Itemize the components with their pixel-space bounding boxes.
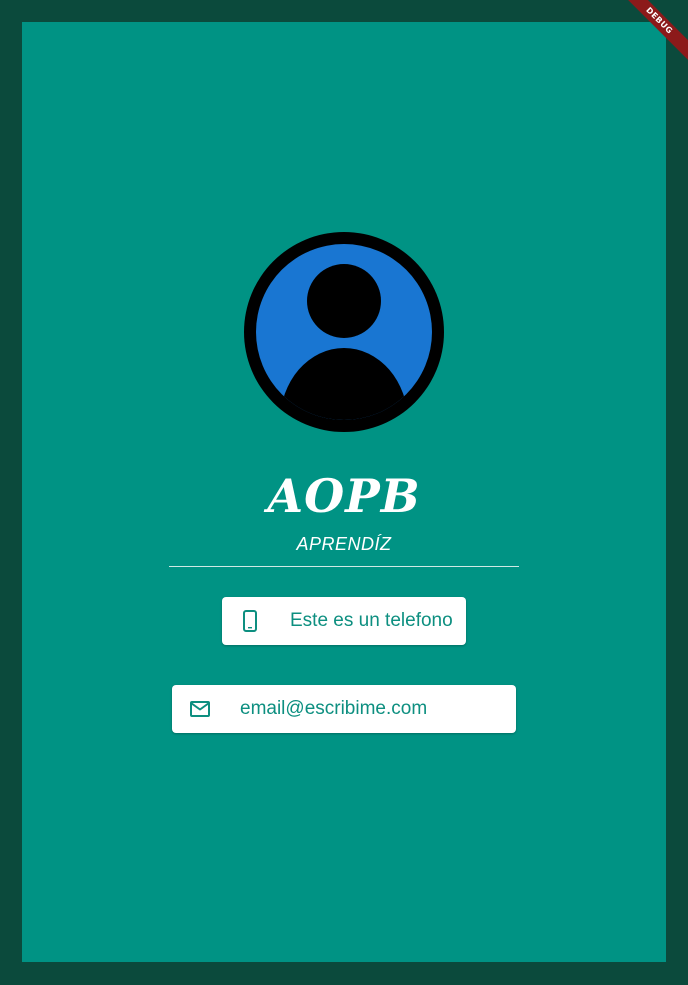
mail-icon: [188, 697, 212, 721]
profile-role: APRENDÍZ: [296, 534, 392, 554]
email-text: email@escribime.com: [240, 698, 428, 719]
profile-name: AOPB: [267, 469, 421, 523]
email-card[interactable]: email@escribime.com: [172, 685, 516, 733]
avatar: [244, 232, 444, 432]
account-circle-icon: [244, 232, 444, 432]
divider: [169, 566, 519, 567]
phone-text: Este es un telefono: [290, 610, 453, 631]
phone-card[interactable]: Este es un telefono: [222, 597, 466, 645]
phone-android-icon: [238, 609, 262, 633]
